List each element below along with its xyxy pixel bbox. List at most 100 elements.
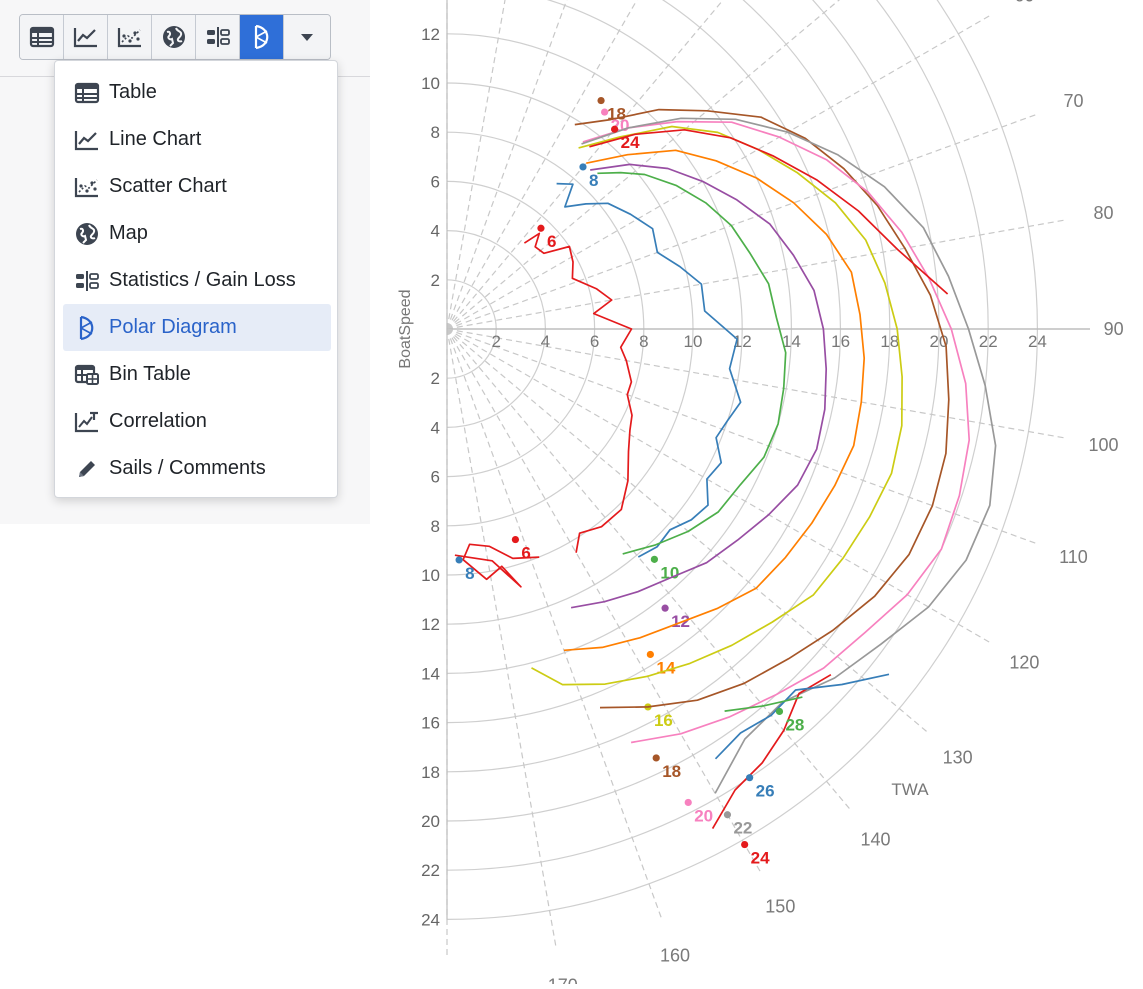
grid-spoke xyxy=(446,328,557,950)
statistics-view-button[interactable] xyxy=(196,15,240,59)
radius-tick-label: 22 xyxy=(979,332,998,351)
menu-item-map[interactable]: Map xyxy=(63,210,331,257)
radius-tick-label: 2 xyxy=(431,369,440,388)
menu-item-bin-table[interactable]: Bin Table xyxy=(63,351,331,398)
radius-tick-label: 20 xyxy=(421,812,440,831)
menu-item-label: Bin Table xyxy=(109,363,191,385)
map-view-button[interactable] xyxy=(152,15,196,59)
menu-item-label: Line Chart xyxy=(109,128,202,150)
series-marker-26 xyxy=(746,774,754,782)
menu-item-scatter-chart[interactable]: Scatter Chart xyxy=(63,163,331,210)
series-line-22-upwind xyxy=(581,117,997,794)
grid-spoke xyxy=(446,328,663,921)
angle-tick-label: 160 xyxy=(660,945,690,965)
pencil-icon xyxy=(74,456,100,482)
grid-ring xyxy=(446,0,891,773)
radius-tick-label: 6 xyxy=(431,468,440,487)
grid-ring xyxy=(446,0,1038,920)
series-marker-20 xyxy=(684,798,692,807)
series-marker-18 xyxy=(652,754,660,762)
radius-tick-label: 6 xyxy=(590,332,599,351)
grid-spoke xyxy=(446,328,993,645)
radius-tick-label: 10 xyxy=(421,566,440,585)
radius-tick-label: 16 xyxy=(421,714,440,733)
radius-tick-label: 16 xyxy=(831,332,850,351)
menu-item-polar-diagram[interactable]: Polar Diagram xyxy=(63,304,331,351)
radius-tick-label: 22 xyxy=(421,861,440,880)
grid-spoke xyxy=(446,0,638,330)
radius-tick-label: 8 xyxy=(431,123,440,142)
scatter-chart-icon xyxy=(117,28,141,48)
line-chart-icon xyxy=(74,127,100,153)
scatter-chart-icon xyxy=(74,174,100,200)
radius-tick-label: 4 xyxy=(541,332,550,351)
menu-item-table[interactable]: Table xyxy=(63,69,331,116)
menu-item-statistics[interactable]: Statistics / Gain Loss xyxy=(63,257,331,304)
bin-table-icon xyxy=(74,362,100,388)
series-marker-6 xyxy=(511,535,520,544)
statistics-icon xyxy=(74,268,100,294)
view-toolbar xyxy=(19,14,331,60)
scatter-chart-view-button[interactable] xyxy=(108,15,152,59)
series-label-8: 8 xyxy=(465,564,474,583)
angle-tick-label: 60 xyxy=(1014,0,1034,6)
menu-item-label: Polar Diagram xyxy=(109,316,237,338)
angle-tick-label: 90 xyxy=(1104,319,1124,339)
grid-spoke xyxy=(446,328,1039,545)
correlation-icon xyxy=(74,409,100,435)
polar-diagram-view-button[interactable] xyxy=(240,15,284,59)
menu-item-label: Sails / Comments xyxy=(109,457,266,479)
radius-tick-label: 8 xyxy=(431,517,440,536)
view-menu-toggle[interactable] xyxy=(284,15,330,59)
series-label-8: 8 xyxy=(589,171,598,190)
menu-item-label: Correlation xyxy=(109,410,207,432)
polar-diagram-svg: 6070809010011012013014015016017018024681… xyxy=(397,0,1124,989)
series-label-18: 18 xyxy=(662,762,681,781)
series-label-26: 26 xyxy=(756,782,775,801)
series-marker-10 xyxy=(650,555,659,563)
series-label-6: 6 xyxy=(521,544,530,563)
series-line-12-upwind xyxy=(570,163,828,609)
angle-tick-label: 130 xyxy=(943,748,973,768)
series-line-10-upwind xyxy=(597,171,787,555)
radius-tick-label: 6 xyxy=(431,172,440,191)
series-marker-8 xyxy=(579,163,587,171)
menu-item-label: Map xyxy=(109,222,148,244)
series-label-20: 20 xyxy=(694,806,713,825)
angle-tick-label: 70 xyxy=(1063,91,1083,111)
radius-tick-label: 24 xyxy=(421,910,440,929)
series-marker-24 xyxy=(741,840,749,849)
series-label-24: 24 xyxy=(751,849,770,868)
angle-axis-title: TWA xyxy=(891,780,929,799)
series-marker-18 xyxy=(597,96,605,105)
radius-tick-label: 12 xyxy=(421,25,440,44)
radius-tick-label: 10 xyxy=(421,74,440,93)
table-view-button[interactable] xyxy=(20,15,64,59)
menu-item-label: Statistics / Gain Loss xyxy=(109,269,296,291)
grid-spoke xyxy=(446,113,1039,330)
radius-tick-label: 18 xyxy=(880,332,899,351)
radius-tick-label: 4 xyxy=(431,418,440,437)
series-marker-14 xyxy=(646,650,654,659)
menu-item-sails-comments[interactable]: Sails / Comments xyxy=(63,445,331,492)
series-marker-24 xyxy=(611,125,619,133)
globe-icon xyxy=(162,26,185,48)
polar-diagram-icon xyxy=(254,24,268,50)
table-icon xyxy=(29,26,54,48)
series-label-6: 6 xyxy=(547,232,556,251)
series-line-24-downwind xyxy=(711,673,832,830)
series-label-28: 28 xyxy=(785,715,804,734)
radius-tick-label: 12 xyxy=(421,615,440,634)
line-chart-view-button[interactable] xyxy=(64,15,108,59)
menu-item-label: Scatter Chart xyxy=(109,175,227,197)
menu-item-correlation[interactable]: Correlation xyxy=(63,398,331,445)
globe-icon xyxy=(74,221,100,247)
radius-tick-label: 4 xyxy=(431,222,440,241)
view-dropdown-menu: Table Line Chart Scatter Chart Map Stati… xyxy=(54,60,338,498)
angle-tick-label: 140 xyxy=(860,830,890,850)
statistics-icon xyxy=(206,27,230,47)
angle-tick-label: 80 xyxy=(1094,203,1114,223)
series-marker-22 xyxy=(723,811,732,819)
menu-item-label: Table xyxy=(109,81,157,103)
menu-item-line-chart[interactable]: Line Chart xyxy=(63,116,331,163)
